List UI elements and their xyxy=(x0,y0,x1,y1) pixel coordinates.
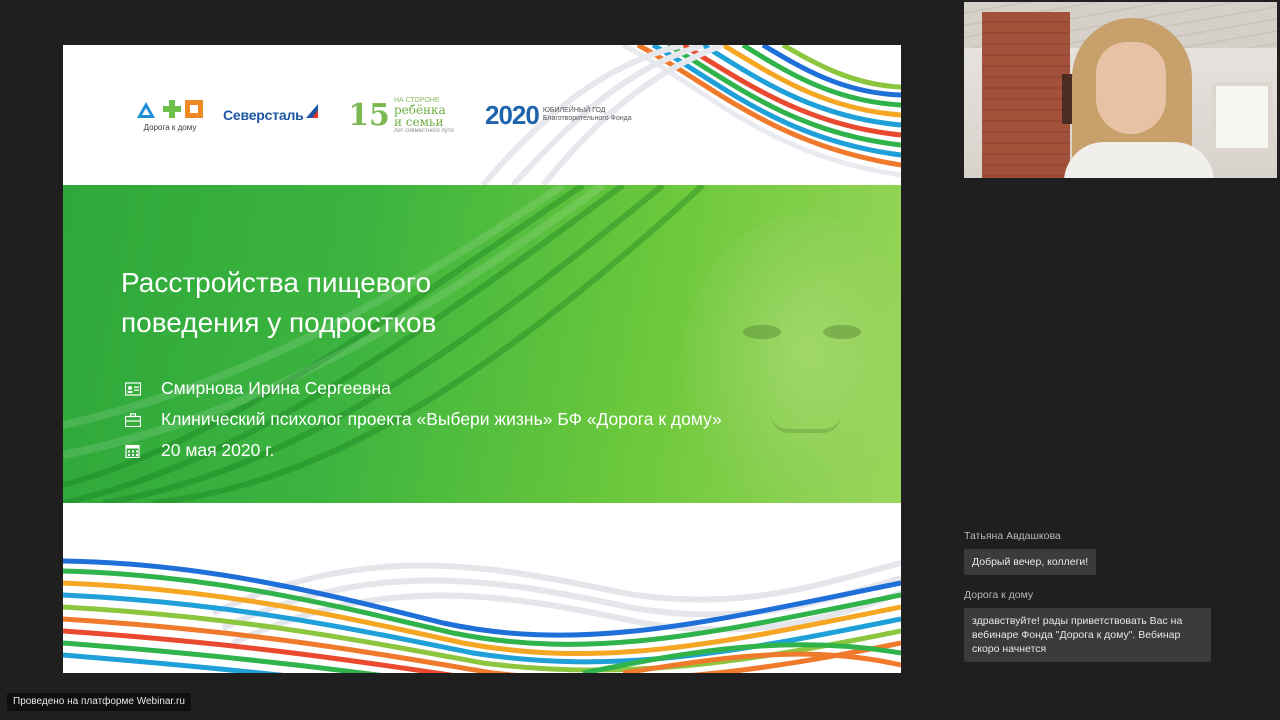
year-number: 2020 xyxy=(485,99,540,130)
slide-title: Расстройства пищевого поведения у подрос… xyxy=(121,263,601,343)
briefcase-icon xyxy=(125,412,161,427)
chat-panel: Татьяна Авдашкова Добрый вечер, коллеги!… xyxy=(964,530,1214,662)
anniversary-2020-logo: 2020 ЮБИЛЕЙНЫЙ ГОД Благотворительного Фо… xyxy=(485,100,632,131)
fifteen-years-logo: 15 НА СТОРОНЕ ребёнка и семьи лет совмес… xyxy=(331,97,471,134)
speaker-info: Смирнова Ирина Сергеевна Клинический пси… xyxy=(125,373,722,466)
slide-title-line2: поведения у подростков xyxy=(121,307,437,338)
presenter-face xyxy=(1096,42,1166,134)
year-line1: ЮБИЛЕЙНЫЙ ГОД xyxy=(542,106,606,114)
fifteen-number: 15 xyxy=(348,97,390,133)
chat-message: Татьяна Авдашкова Добрый вечер, коллеги! xyxy=(964,530,1214,575)
presenter-body xyxy=(1064,142,1214,178)
speaker-name: Смирнова Ирина Сергеевна xyxy=(161,378,391,398)
presenter-video[interactable] xyxy=(964,2,1277,178)
speaker-position: Клинический психолог проекта «Выбери жиз… xyxy=(161,409,722,429)
speaker-position-row: Клинический психолог проекта «Выбери жиз… xyxy=(125,404,722,435)
fifteen-line3: и семьи xyxy=(393,114,444,129)
chat-message: Дорога к дому здравствуйте! рады приветс… xyxy=(964,589,1214,662)
fifteen-line2: ребёнка xyxy=(393,102,446,117)
doroga-logo-marks xyxy=(137,100,203,118)
chat-author: Татьяна Авдашкова xyxy=(964,530,1061,542)
chat-author: Дорога к дому xyxy=(964,589,1034,601)
video-brick-stove xyxy=(982,12,1070,178)
calendar-icon xyxy=(125,444,161,458)
bottom-ribbons xyxy=(63,558,901,673)
year-line2: Благотворительного Фонда xyxy=(542,115,632,122)
slide-footer-ribbons xyxy=(63,503,901,673)
severstal-wordmark: Северсталь xyxy=(223,107,304,123)
portrait-eye-right xyxy=(823,325,861,339)
chat-bubble: здравствуйте! рады приветствовать Вас на… xyxy=(964,608,1211,662)
presentation-slide: Дорога к дому Северсталь 15 НА СТОРОНЕ р… xyxy=(63,45,901,673)
severstal-mark-icon xyxy=(305,104,318,118)
id-card-icon xyxy=(125,381,161,396)
chat-bubble: Добрый вечер, коллеги! xyxy=(964,549,1097,575)
slide-header: Дорога к дому Северсталь 15 НА СТОРОНЕ р… xyxy=(63,45,901,185)
doroga-logo-caption: Дорога к дому xyxy=(143,123,197,132)
event-date: 20 мая 2020 г. xyxy=(161,440,275,460)
webinar-room: Дорога к дому Северсталь 15 НА СТОРОНЕ р… xyxy=(0,0,1280,720)
speaker-name-row: Смирнова Ирина Сергеевна xyxy=(125,373,722,404)
event-date-row: 20 мая 2020 г. xyxy=(125,435,722,466)
portrait-eye-left xyxy=(743,325,781,339)
doroga-k-domu-logo: Дорога к дому xyxy=(125,98,215,132)
partner-logos: Дорога к дому Северсталь 15 НА СТОРОНЕ р… xyxy=(125,93,632,137)
severstal-logo: Северсталь xyxy=(223,104,323,123)
fifteen-line4: лет совместного пути xyxy=(393,127,454,134)
portrait-smile xyxy=(771,415,841,433)
video-window xyxy=(1212,82,1272,152)
platform-badge[interactable]: Проведено на платформе Webinar.ru xyxy=(7,693,191,711)
slide-title-line1: Расстройства пищевого xyxy=(121,267,432,298)
